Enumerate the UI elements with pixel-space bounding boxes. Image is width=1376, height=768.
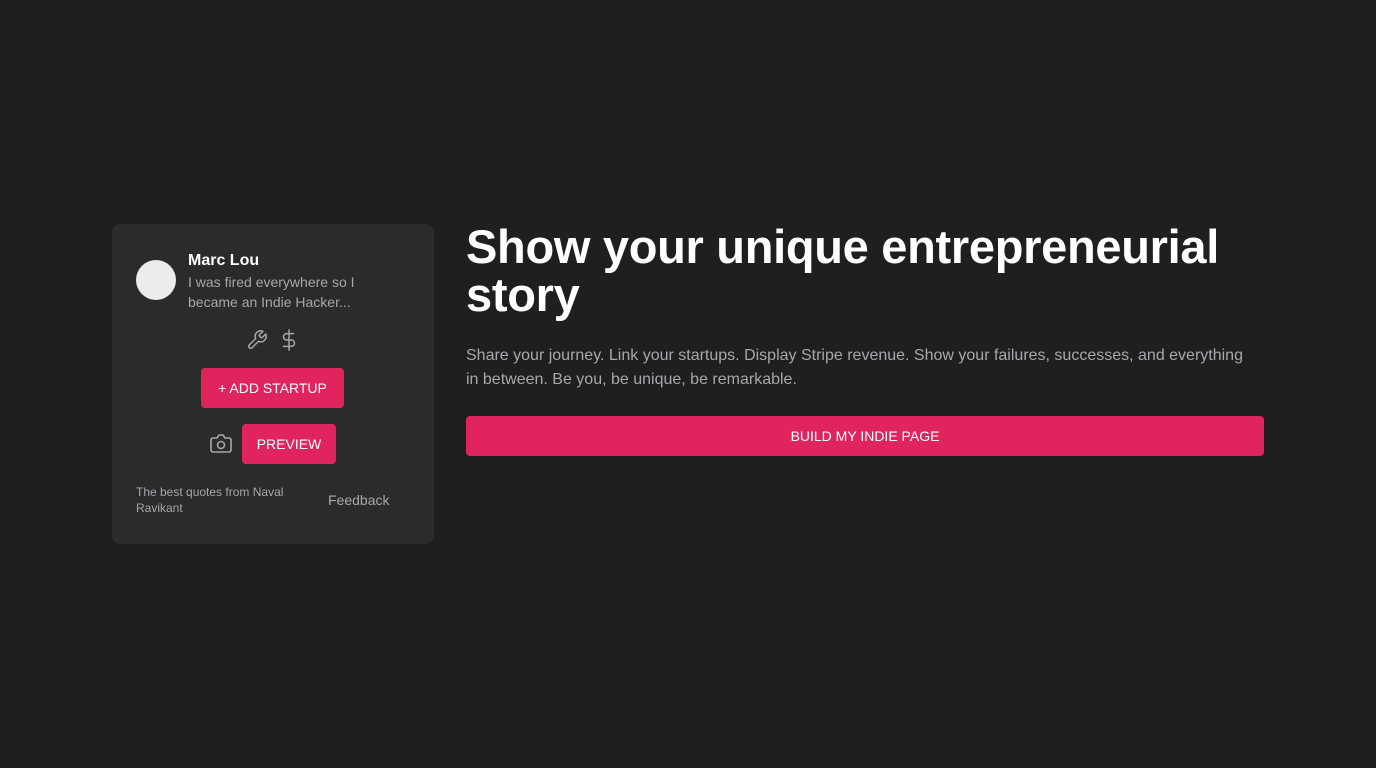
profile-bio[interactable]: I was fired everywhere so I became an In… bbox=[188, 272, 388, 312]
preview-row: PREVIEW bbox=[112, 424, 434, 464]
add-startup-button[interactable]: + ADD STARTUP bbox=[201, 368, 344, 408]
wrench-icon[interactable] bbox=[245, 328, 269, 352]
profile-name[interactable]: Marc Lou bbox=[188, 251, 259, 271]
profile-icons-row bbox=[112, 328, 434, 352]
naval-quotes-link[interactable]: The best quotes from Naval Ravikant bbox=[136, 484, 311, 516]
dollar-icon[interactable] bbox=[277, 328, 301, 352]
preview-button[interactable]: PREVIEW bbox=[242, 424, 336, 464]
feedback-link[interactable]: Feedback bbox=[328, 491, 389, 509]
hero-title: Show your unique entrepreneurial story bbox=[466, 220, 1219, 321]
hero-description: Share your journey. Link your startups. … bbox=[466, 347, 1243, 388]
build-indie-page-button[interactable]: BUILD MY INDIE PAGE bbox=[466, 416, 1264, 456]
camera-icon[interactable] bbox=[209, 433, 233, 455]
page: Marc Lou I was fired everywhere so I bec… bbox=[0, 0, 1376, 768]
avatar[interactable] bbox=[136, 260, 176, 300]
profile-card: Marc Lou I was fired everywhere so I bec… bbox=[112, 224, 434, 544]
